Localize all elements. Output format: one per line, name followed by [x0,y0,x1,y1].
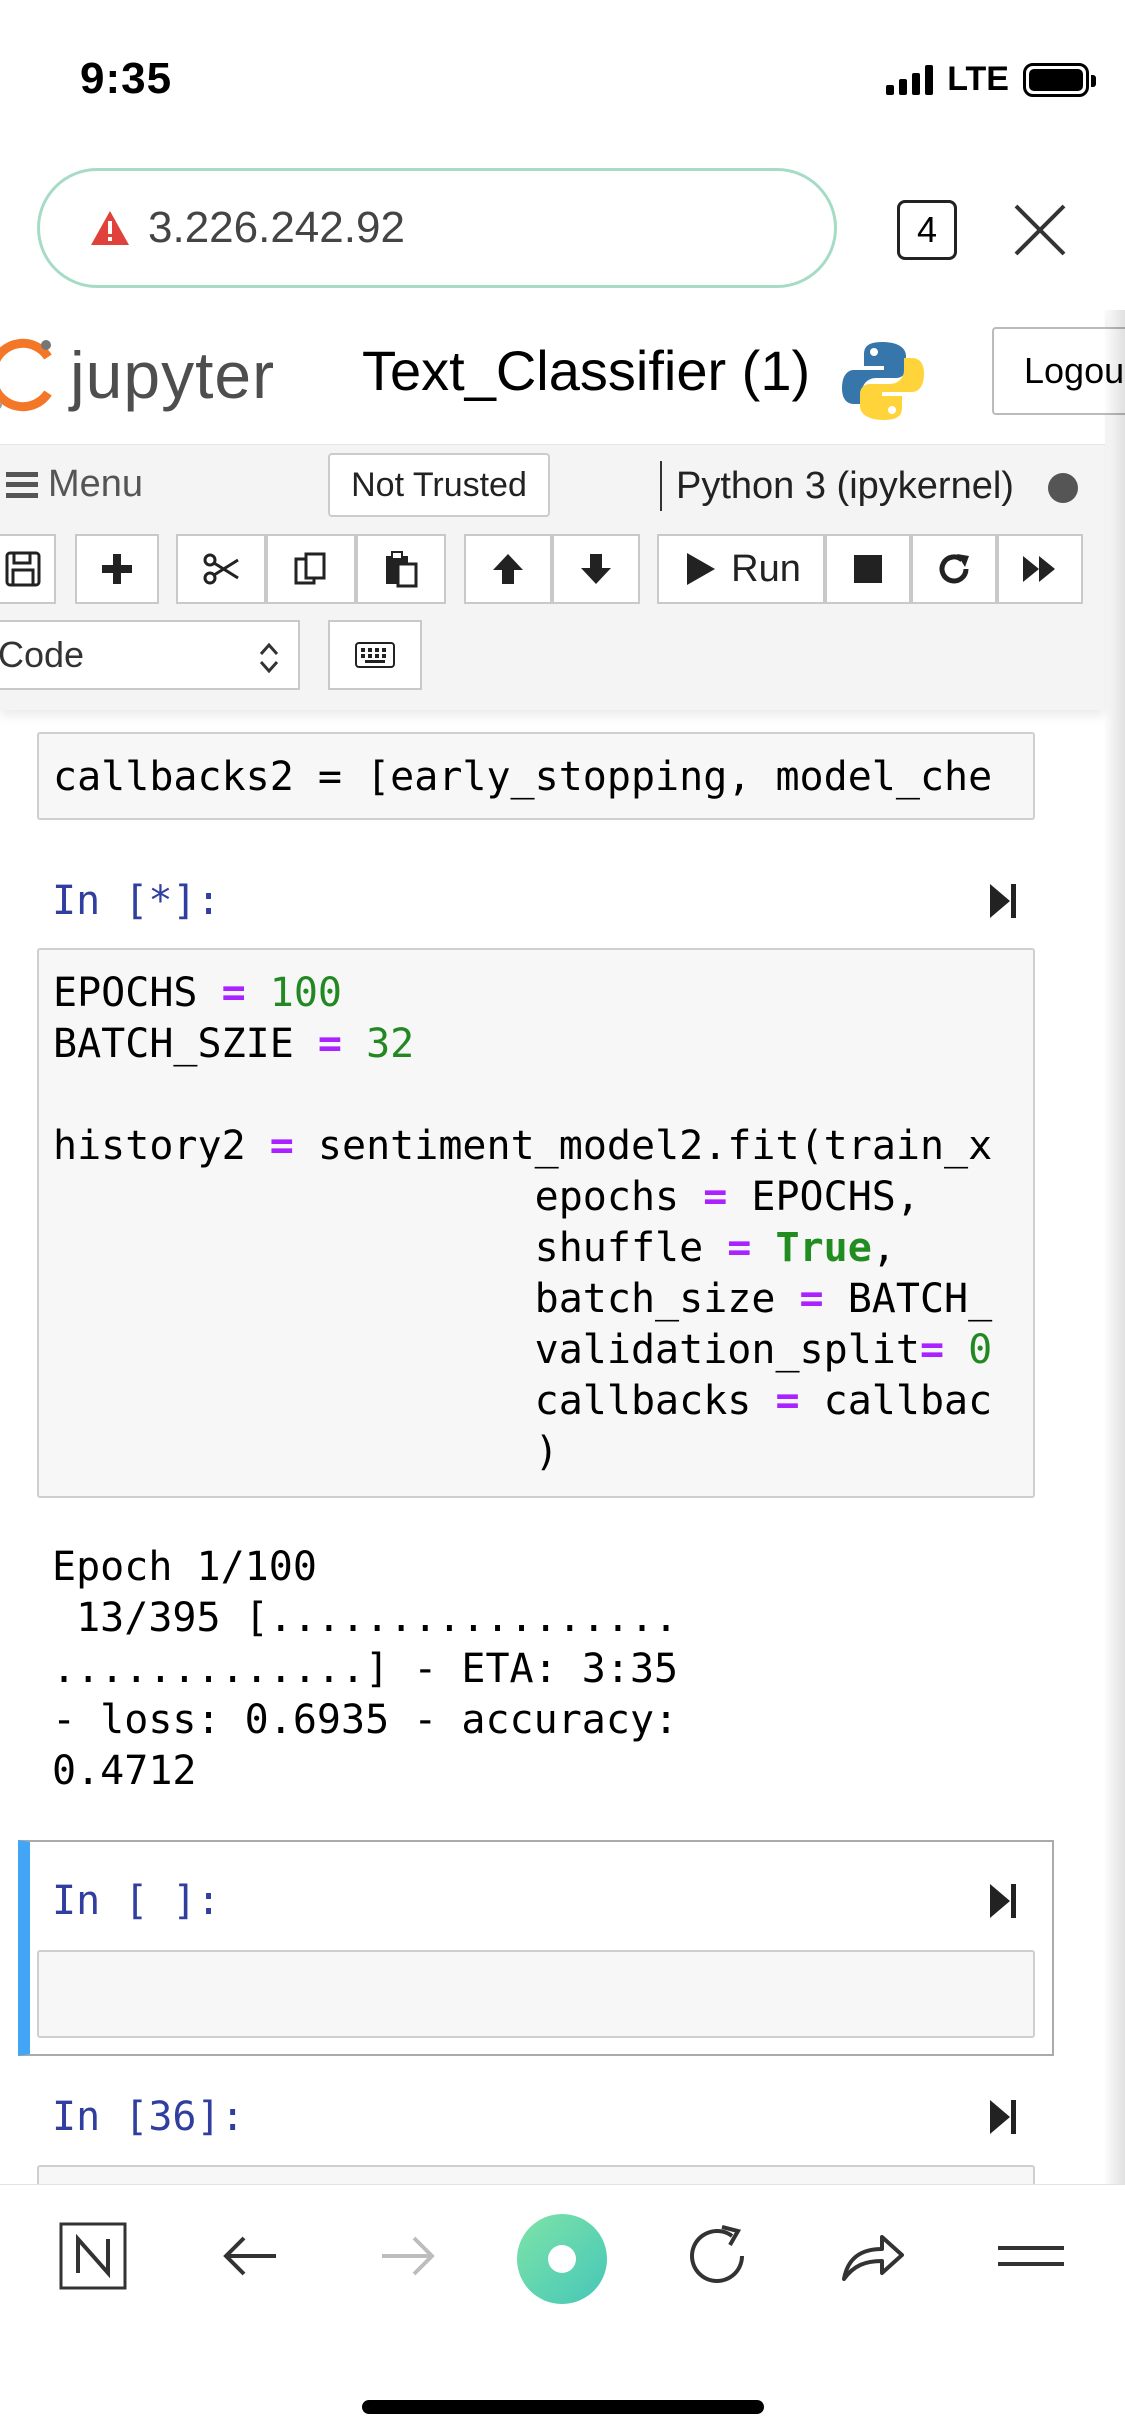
run-cell-icon[interactable] [988,1882,1018,1920]
keyboard-icon [355,642,395,668]
code-line: callbacks2 = [early_stopping, model_che [53,754,993,800]
status-indicators: LTE [886,60,1096,99]
run-label: Run [731,547,801,590]
back-arrow-icon[interactable] [216,2221,286,2291]
code-line: batch_size = BATCH_ [53,1276,993,1322]
cell-type-select[interactable]: Code [0,620,300,690]
page-edge-shadow [1103,310,1125,2184]
output-line: - loss: 0.6935 - accuracy: [52,1697,679,1743]
output-line: .............] - ETA: 3:35 [52,1646,679,1692]
menu-toggle-button[interactable]: Menu [6,463,143,506]
stop-icon [854,555,882,583]
select-arrows-icon [259,642,279,674]
code-line: EPOCHS = 100 [53,970,343,1016]
run-button[interactable]: Run [657,534,825,604]
kernel-separator [660,461,662,511]
notebook-header: jupyter Text_Classifier (1) Logou Menu N… [0,310,1125,710]
cell-output: Epoch 1/100 13/395 [....................… [52,1542,678,1797]
code-line: validation_split= 0 [53,1327,993,1373]
url-bar[interactable]: 3.226.242.92 [37,168,837,288]
share-icon[interactable] [838,2221,908,2291]
code-cell-input[interactable]: EPOCHS = 100 BATCH_SZIE = 32 history2 = s… [37,948,1035,1498]
save-icon [5,551,41,587]
signal-icon [886,64,934,95]
code-line: callbacks = callbac [53,1378,993,1424]
paste-icon [386,551,418,588]
tabs-n-icon[interactable] [58,2221,128,2291]
restart-button[interactable] [911,534,997,604]
cell-prompt: In [*]: [52,878,221,924]
notebook-toolbar: Run Code [0,524,1105,710]
plus-icon [102,554,132,584]
output-line: Epoch 1/100 [52,1544,317,1590]
forward-arrow-icon[interactable] [372,2221,442,2291]
play-icon [687,553,716,585]
browser-bottom-bar [0,2184,1125,2436]
move-up-button[interactable] [464,534,552,604]
menu-label: Menu [48,463,144,505]
fast-forward-icon [1023,556,1055,582]
battery-icon [1023,62,1096,97]
cell-prompt: In [ ]: [52,1878,221,1924]
menu-icon[interactable] [996,2221,1066,2291]
home-indicator[interactable] [362,2400,764,2414]
code-block: EPOCHS = 100 BATCH_SZIE = 32 history2 = s… [39,950,1033,1478]
copy-button[interactable] [266,534,356,604]
arrow-up-icon [493,554,523,584]
status-time: 9:35 [80,54,173,103]
notebook-title[interactable]: Text_Classifier (1) [362,338,810,403]
run-cell-icon[interactable] [988,882,1018,920]
run-cell-icon[interactable] [988,2098,1018,2136]
interrupt-button[interactable] [825,534,911,604]
close-icon[interactable] [1012,202,1068,258]
save-button[interactable] [0,534,56,604]
code-line: shuffle = True, [53,1225,896,1271]
home-circle-icon[interactable] [516,2213,608,2305]
insert-cell-button[interactable] [75,534,159,604]
paste-button[interactable] [356,534,446,604]
jupyter-page: callbacks2 = [early_stopping, model_che … [0,310,1125,2184]
code-line: history2 = sentiment_model2.fit(train_x [53,1123,993,1169]
restart-icon [939,554,969,584]
cell-type-value: Code [0,634,85,675]
scissors-icon [203,553,239,585]
warning-icon [91,211,129,245]
hamburger-icon [6,471,38,498]
network-type: LTE [947,60,1009,98]
kernel-name[interactable]: Python 3 (ipykernel) [676,465,1014,508]
keyboard-shortcuts-button[interactable] [328,620,422,690]
copy-icon [294,552,326,585]
kernel-status-indicator [1048,473,1078,503]
menu-bar: Menu Not Trusted Python 3 (ipykernel) [0,444,1105,524]
restart-run-all-button[interactable] [997,534,1083,604]
jupyter-logo-text: jupyter [70,338,276,412]
python-logo-icon [842,342,924,420]
code-line: BATCH_SZIE = 32 [53,1021,415,1067]
reload-icon[interactable] [682,2221,752,2291]
not-trusted-button[interactable]: Not Trusted [328,453,550,517]
empty-cell-input[interactable] [37,1950,1035,2038]
move-down-button[interactable] [552,534,640,604]
arrow-down-icon [581,554,611,584]
status-bar: 9:35 LTE [0,0,1125,150]
tab-count-button[interactable]: 4 [897,200,957,260]
code-cell-input[interactable]: callbacks2 = [early_stopping, model_che [37,732,1035,820]
code-line: epochs = EPOCHS, [53,1174,920,1220]
code-cell-input[interactable] [37,2165,1035,2184]
jupyter-logo-icon [0,338,52,412]
jupyter-logo[interactable]: jupyter [0,330,275,420]
cell-prompt: In [36]: [52,2094,245,2140]
cut-button[interactable] [176,534,266,604]
output-line: 0.4712 [52,1748,197,1794]
output-line: 13/395 [................. [52,1595,679,1641]
url-text: 3.226.242.92 [148,203,405,252]
code-line: ) [53,1429,559,1475]
